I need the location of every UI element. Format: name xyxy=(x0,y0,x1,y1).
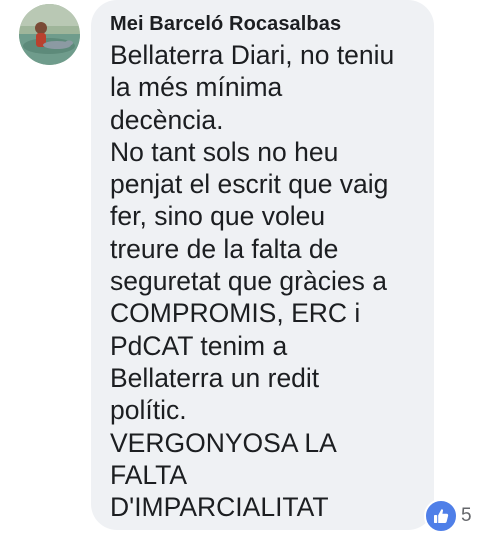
comment-thread: Mei Barceló Rocasalbas Bellaterra Diari,… xyxy=(0,0,500,543)
comment-text-line: seguretat que gràcies a xyxy=(110,266,387,297)
comment-text-line: Bellaterra un redit xyxy=(110,362,320,393)
comment-text-line: D'IMPARCIALITAT xyxy=(110,492,329,523)
reactions-summary[interactable]: 5 xyxy=(424,499,472,533)
comment-text-line: treure de la falta de xyxy=(110,233,339,264)
comment-bubble: Mei Barceló Rocasalbas Bellaterra Diari,… xyxy=(91,0,434,530)
comment-text: Bellaterra Diari, no teniu la més mínima… xyxy=(110,39,420,523)
comment-text-line: polític. xyxy=(110,395,187,426)
comment-text-line: fer, sino que voleu xyxy=(110,201,326,232)
like-thumbs-up-icon xyxy=(424,499,458,533)
comment-text-line: penjat el escrit que vaig xyxy=(110,169,389,200)
comment-text-line: COMPROMIS, ERC i xyxy=(110,298,361,329)
profile-photo xyxy=(19,4,80,65)
comment-text-line: VERGONYOSA LA xyxy=(110,427,337,458)
comment-text-line: FALTA xyxy=(110,459,188,490)
comment-author-name[interactable]: Mei Barceló Rocasalbas xyxy=(110,9,420,39)
comment-text-line: Bellaterra Diari, no teniu xyxy=(110,40,395,70)
comment-text-line: PdCAT tenim a xyxy=(110,330,288,361)
avatar[interactable] xyxy=(19,4,80,65)
reaction-count: 5 xyxy=(461,505,472,526)
comment-text-line: la més mínima xyxy=(110,72,283,103)
comment-text-line: No tant sols no heu xyxy=(110,136,339,167)
comment-text-line: decència. xyxy=(110,104,224,135)
